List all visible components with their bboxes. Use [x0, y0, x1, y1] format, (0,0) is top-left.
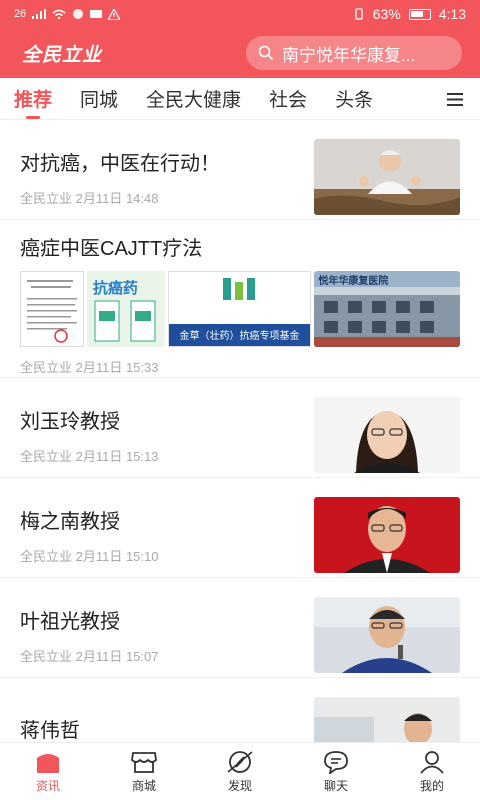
vibrate-icon — [355, 8, 363, 20]
warning-icon — [108, 8, 121, 20]
news-item[interactable]: 蒋伟哲 — [0, 678, 480, 742]
network-type: 26 — [14, 8, 27, 20]
news-item[interactable]: 刘玉玲教授 全民立业 2月11日 15:13 — [0, 378, 480, 478]
nav-profile-label: 我的 — [419, 778, 444, 793]
news-meta: 全民立业 2月11日 15:10 — [20, 548, 159, 564]
bottom-nav: 资讯 商城 发现 聊天 我的 — [0, 742, 480, 800]
gallery-image-fund: 金草（壮药）抗癌专项基金 — [167, 271, 312, 347]
nav-discover-label: 发现 — [227, 778, 252, 793]
message-icon — [90, 10, 103, 18]
nav-discover[interactable]: 发现 — [192, 743, 288, 800]
news-thumbnail — [314, 696, 460, 742]
news-title: 刘玉玲教授 — [20, 410, 120, 433]
gallery-image-medicine: 抗癌药 — [86, 271, 165, 347]
gallery-caption-building: 悦年华康复医院 — [318, 276, 389, 287]
clock: 4:13 — [438, 6, 466, 22]
app-notification-icon — [73, 9, 84, 19]
news-feed: 对抗癌，中医在行动！ 全民立业 2月11日 14:48 癌症中医CAJTT疗法 — [0, 120, 480, 742]
chat-icon — [324, 750, 348, 774]
nav-profile[interactable]: 我的 — [384, 743, 480, 800]
news-item[interactable]: 梅之南教授 全民立业 2月11日 15:10 — [0, 478, 480, 578]
news-meta: 全民立业 2月11日 14:48 — [20, 190, 159, 206]
news-item-gallery[interactable]: 癌症中医CAJTT疗法 抗癌药 金草（壮药）抗癌专项基金 悦年华康复医院 全民立… — [0, 220, 480, 378]
nav-shop[interactable]: 商城 — [96, 743, 192, 800]
gallery-image-building: 悦年华康复医院 — [314, 271, 460, 347]
nav-news-label: 资讯 — [35, 778, 60, 793]
nav-news[interactable]: 资讯 — [0, 743, 96, 800]
user-icon — [420, 750, 444, 774]
battery-percent: 63% — [372, 6, 401, 22]
app-header: 全民立业 南宁悦年华康复... — [0, 28, 480, 78]
news-thumbnail — [314, 138, 460, 215]
gallery-caption-fund: 金草（壮药）抗癌专项基金 — [179, 331, 300, 342]
news-thumbnail — [314, 596, 460, 673]
category-tabs: 推荐 同城 全民大健康 社会 头条 — [0, 78, 480, 120]
news-title: 癌症中医CAJTT疗法 — [20, 238, 203, 260]
search-icon — [258, 45, 274, 61]
news-thumbnail — [314, 396, 460, 473]
tabs-menu-button[interactable] — [430, 78, 480, 119]
news-title: 蒋伟哲 — [20, 720, 80, 742]
tab-local[interactable]: 同城 — [80, 85, 118, 112]
news-item[interactable]: 对抗癌，中医在行动！ 全民立业 2月11日 14:48 — [0, 120, 480, 220]
news-title: 叶祖光教授 — [20, 610, 120, 633]
battery-icon — [408, 8, 431, 20]
search-text: 南宁悦年华康复... — [282, 45, 416, 65]
compass-icon — [227, 750, 253, 773]
nav-chat-label: 聊天 — [323, 778, 348, 793]
menu-icon — [447, 92, 463, 106]
news-title: 对抗癌，中医在行动！ — [20, 152, 220, 175]
gallery-caption-medicine: 抗癌药 — [92, 280, 138, 297]
tab-recommend[interactable]: 推荐 — [14, 85, 52, 119]
shop-icon — [131, 751, 157, 773]
wifi-icon — [52, 9, 66, 19]
nav-shop-label: 商城 — [131, 778, 156, 793]
tab-headlines[interactable]: 头条 — [335, 85, 373, 112]
app-logo: 全民立业 — [22, 44, 103, 66]
search-bar[interactable]: 南宁悦年华康复... — [246, 36, 462, 70]
news-meta: 全民立业 2月11日 15:07 — [20, 648, 159, 664]
tab-society[interactable]: 社会 — [269, 85, 307, 112]
news-meta: 全民立业 2月11日 15:33 — [20, 360, 159, 375]
news-thumbnail — [314, 496, 460, 573]
news-title: 梅之南教授 — [20, 510, 120, 533]
tab-health[interactable]: 全民大健康 — [146, 85, 241, 112]
news-item[interactable]: 叶祖光教授 全民立业 2月11日 15:07 — [0, 578, 480, 678]
news-meta: 全民立业 2月11日 15:13 — [20, 448, 159, 464]
home-icon — [37, 753, 59, 773]
signal-icon — [32, 9, 47, 19]
nav-chat[interactable]: 聊天 — [288, 743, 384, 800]
gallery-image-document — [20, 271, 84, 347]
status-bar: 26 63% 4:13 — [0, 0, 480, 28]
